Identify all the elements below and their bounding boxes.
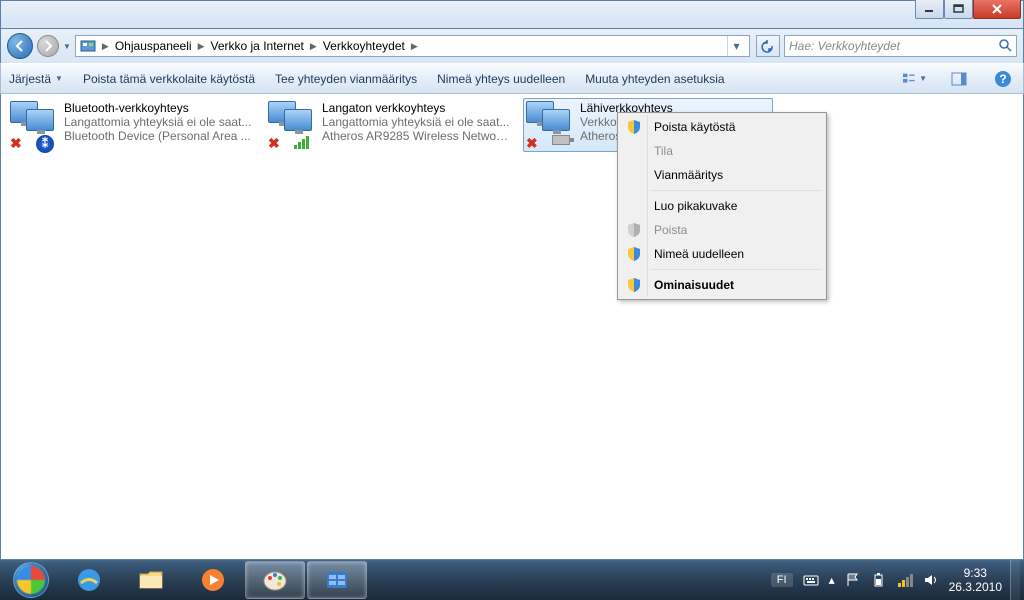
connection-status: Langattomia yhteyksiä ei ole saat... [322,115,512,129]
windows-orb-icon [13,562,49,598]
tray-time: 9:33 [949,566,1002,580]
shield-icon [626,246,642,262]
connection-status: Langattomia yhteyksiä ei ole saat... [64,115,254,129]
content-area: ✖ ⁑ Bluetooth-verkkoyhteys Langattomia y… [0,94,1024,560]
breadcrumb-item[interactable]: Verkko ja Internet [211,39,304,53]
menu-diagnose[interactable]: Vianmääritys [620,163,824,187]
menu-shortcut[interactable]: Luo pikakuvake [620,194,824,218]
connection-item-bluetooth[interactable]: ✖ ⁑ Bluetooth-verkkoyhteys Langattomia y… [7,98,257,152]
menu-rename[interactable]: Nimeä uudelleen [620,242,824,266]
menu-separator [650,190,822,191]
command-bar: Järjestä ▼ Poista tämä verkkolaite käytö… [0,63,1024,94]
back-button[interactable] [7,33,33,59]
connection-device: Atheros AR9285 Wireless Network... [322,129,512,143]
bluetooth-icon: ⁑ [36,135,54,149]
taskbar: FI ▴ 9:33 26.3.2010 [0,560,1024,600]
close-button[interactable] [973,0,1021,19]
diagnose-button[interactable]: Tee yhteyden vianmääritys [275,72,417,86]
disconnected-x-icon: ✖ [10,135,24,149]
change-settings-button[interactable]: Muuta yhteyden asetuksia [585,72,724,86]
control-panel-icon [80,38,96,54]
view-options-button[interactable]: ▼ [903,68,927,90]
disconnected-x-icon: ✖ [268,135,282,149]
disconnected-x-icon: ✖ [526,135,540,149]
navigation-bar: ▼ ▶ Ohjauspaneeli ▶ Verkko ja Internet ▶… [0,29,1024,63]
disable-adapter-button[interactable]: Poista tämä verkkolaite käytöstä [83,72,255,86]
organize-menu[interactable]: Järjestä ▼ [9,72,63,86]
breadcrumb-item[interactable]: Ohjauspaneeli [115,39,192,53]
refresh-button[interactable] [756,35,780,57]
address-dropdown-icon[interactable]: ▾ [727,36,745,56]
tray-clock[interactable]: 9:33 26.3.2010 [949,566,1002,594]
connection-icon: ✖ [268,101,316,149]
minimize-button[interactable] [915,0,944,19]
connection-name: Langaton verkkoyhteys [322,101,512,115]
tray-date: 26.3.2010 [949,580,1002,594]
shield-icon [626,277,642,293]
breadcrumb-sep-icon: ▶ [308,41,319,52]
battery-icon[interactable] [871,572,887,588]
breadcrumb-sep-icon: ▶ [409,41,420,52]
connection-icon: ✖ ⁑ [10,101,58,149]
network-tray-icon[interactable] [897,572,913,588]
menu-separator [650,269,822,270]
breadcrumb-sep-icon: ▶ [100,41,111,52]
search-input[interactable]: Hae: Verkkoyhteydet [784,35,1017,57]
breadcrumb-item[interactable]: Verkkoyhteydet [323,39,405,53]
connection-device: Bluetooth Device (Personal Area ... [64,129,254,143]
svg-text:?: ? [999,72,1006,86]
menu-status: Tila [620,139,824,163]
menu-delete: Poista [620,218,824,242]
help-button[interactable]: ? [991,68,1015,90]
rename-button[interactable]: Nimeä yhteys uudelleen [437,72,565,86]
taskbar-ie[interactable] [59,561,119,599]
taskbar-explorer[interactable] [121,561,181,599]
search-placeholder: Hae: Verkkoyhteydet [789,39,900,53]
show-desktop-button[interactable] [1010,560,1020,600]
taskbar-app[interactable] [307,561,367,599]
search-icon [998,38,1012,55]
address-bar[interactable]: ▶ Ohjauspaneeli ▶ Verkko ja Internet ▶ V… [75,35,750,57]
volume-icon[interactable] [923,572,939,588]
shield-icon [626,222,642,238]
menu-disable[interactable]: Poista käytöstä [620,115,824,139]
chevron-down-icon: ▼ [55,74,63,83]
language-indicator[interactable]: FI [771,573,793,587]
tray-chevron-icon[interactable]: ▴ [829,573,835,587]
ethernet-plug-icon [552,135,570,149]
preview-pane-button[interactable] [947,68,971,90]
shield-icon [626,119,642,135]
system-tray: FI ▴ 9:33 26.3.2010 [771,566,1010,594]
taskbar-mediaplayer[interactable] [183,561,243,599]
chevron-down-icon: ▼ [919,74,927,83]
wifi-icon [294,135,312,149]
connection-icon: ✖ [526,101,574,149]
maximize-button[interactable] [944,0,973,19]
breadcrumb-sep-icon: ▶ [196,41,207,52]
context-menu: Poista käytöstä Tila Vianmääritys Luo pi… [617,112,827,300]
window-titlebar [0,0,1024,29]
menu-properties[interactable]: Ominaisuudet [620,273,824,297]
keyboard-icon[interactable] [803,572,819,588]
flag-icon[interactable] [845,572,861,588]
connection-item-wifi[interactable]: ✖ Langaton verkkoyhteys Langattomia yhte… [265,98,515,152]
start-button[interactable] [4,560,58,600]
taskbar-paint[interactable] [245,561,305,599]
history-dropdown-icon[interactable]: ▼ [63,42,71,51]
forward-button[interactable] [37,35,59,57]
connection-name: Bluetooth-verkkoyhteys [64,101,254,115]
